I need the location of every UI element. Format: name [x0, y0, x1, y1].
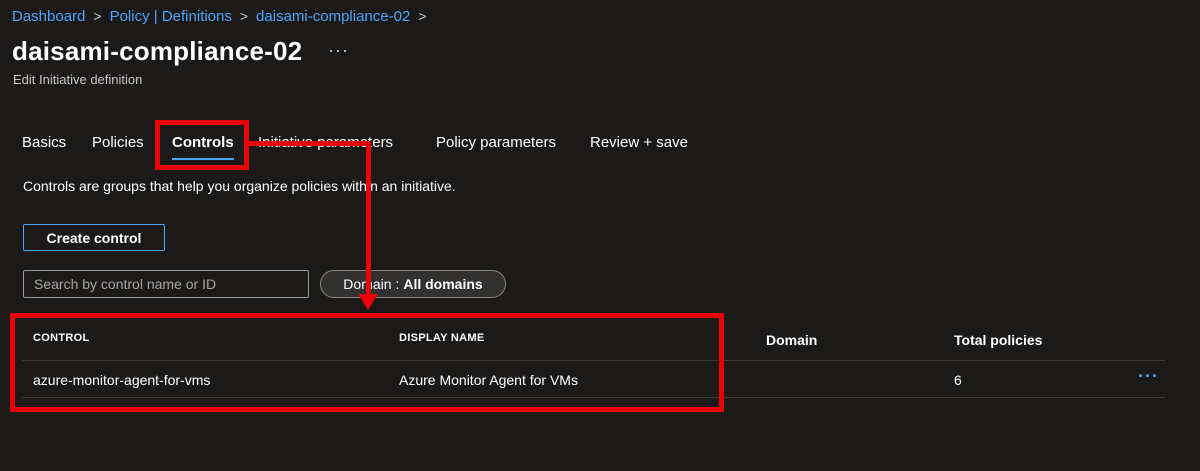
- breadcrumb-chevron-icon: >: [93, 8, 102, 24]
- annotation-box-table: [10, 313, 724, 412]
- annotation-arrow-vertical: [366, 141, 371, 297]
- annotation-arrow-head-icon: [358, 294, 378, 310]
- tab-policies[interactable]: Policies: [92, 134, 144, 151]
- tab-policy-parameters[interactable]: Policy parameters: [436, 134, 556, 151]
- domain-filter-value: All domains: [403, 276, 483, 292]
- domain-filter-pill[interactable]: Domain : All domains: [320, 270, 506, 298]
- breadcrumb-chevron-icon: >: [239, 8, 249, 24]
- annotation-arrow-horizontal: [249, 141, 371, 146]
- tab-review-save[interactable]: Review + save: [590, 134, 688, 151]
- controls-description: Controls are groups that help you organi…: [23, 178, 456, 194]
- search-control-input[interactable]: [23, 270, 309, 298]
- page-subtitle: Edit Initiative definition: [13, 72, 143, 87]
- breadcrumb-current[interactable]: daisami-compliance-02: [256, 8, 410, 25]
- column-header-domain[interactable]: Domain: [766, 332, 817, 348]
- breadcrumb-dashboard[interactable]: Dashboard: [12, 8, 85, 25]
- domain-filter-label: Domain :: [343, 276, 400, 292]
- annotation-box-controls-tab: [155, 120, 249, 170]
- more-options-icon[interactable]: ···: [328, 40, 349, 61]
- create-control-button[interactable]: Create control: [23, 224, 165, 251]
- tab-basics[interactable]: Basics: [22, 134, 66, 151]
- row-more-options-icon[interactable]: ···: [1138, 366, 1159, 387]
- page-title: daisami-compliance-02: [12, 36, 303, 66]
- row-total-policies: 6: [954, 372, 962, 388]
- breadcrumb-policy-definitions[interactable]: Policy | Definitions: [110, 8, 232, 25]
- column-header-total-policies[interactable]: Total policies: [954, 332, 1042, 348]
- breadcrumb-chevron-icon: >: [418, 8, 427, 24]
- breadcrumb: Dashboard > Policy | Definitions > daisa…: [12, 6, 434, 26]
